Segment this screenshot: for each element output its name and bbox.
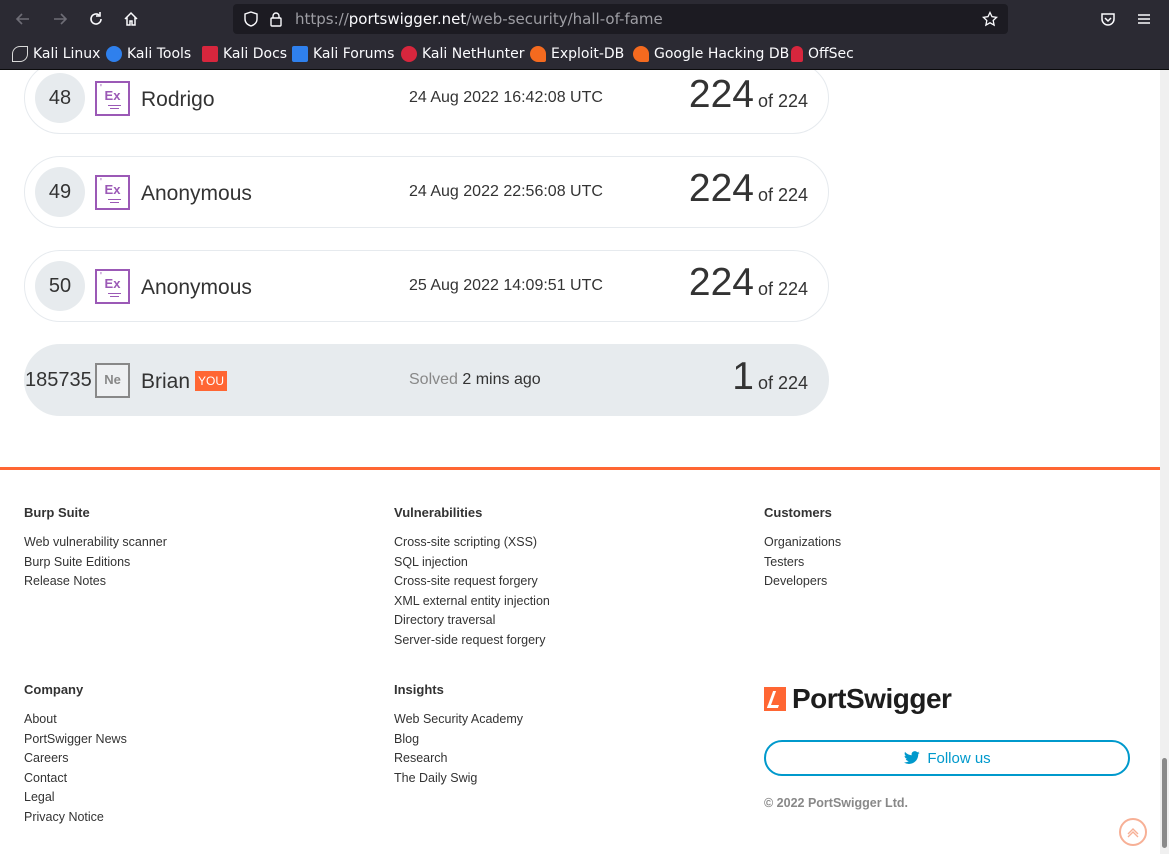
rank-circle: 49 xyxy=(35,167,85,217)
exploit-db-icon xyxy=(530,46,546,62)
browser-toolbar: https://portswigger.net/web-security/hal… xyxy=(0,0,1169,38)
pocket-icon[interactable] xyxy=(1095,6,1121,32)
lock-icon[interactable] xyxy=(269,11,283,32)
bookmark-offsec[interactable]: OffSec xyxy=(791,45,854,63)
footer-link[interactable]: Organizations xyxy=(764,533,1094,553)
current-user-row: 185735 Ne Brian YOU Solved 2 mins ago 1 of… xyxy=(24,344,829,416)
footer-link[interactable]: About xyxy=(24,710,354,730)
footer-link[interactable]: PortSwigger News xyxy=(24,730,354,750)
bookmark-kali-nethunter[interactable]: Kali NetHunter xyxy=(401,45,524,63)
score: 224 of 224 xyxy=(688,73,808,116)
page-viewport: 48 ' Ex Rodrigo 24 Aug 2022 16:42:08 UTC … xyxy=(0,70,1169,854)
footer-link[interactable]: Contact xyxy=(24,769,354,789)
chevron-up-icon xyxy=(1127,828,1139,838)
footer-link[interactable]: XML external entity injection xyxy=(394,592,724,612)
footer-link[interactable]: The Daily Swig xyxy=(394,769,724,789)
footer-column-customers: Customers Organizations Testers Develope… xyxy=(764,505,1094,592)
leaderboard-row: 49 ' Ex Anonymous 24 Aug 2022 22:56:08 UT… xyxy=(24,156,829,228)
level-badge-icon: Ne xyxy=(95,363,130,398)
menu-icon[interactable] xyxy=(1131,6,1157,32)
bookmark-kali-tools[interactable]: Kali Tools xyxy=(106,45,191,63)
rank-circle: 50 xyxy=(35,261,85,311)
score: 224 of 224 xyxy=(688,261,808,304)
page-scrollbar[interactable] xyxy=(1160,70,1169,854)
footer-link[interactable]: Burp Suite Editions xyxy=(24,553,354,573)
bookmark-kali-linux[interactable]: Kali Linux xyxy=(12,45,100,63)
bookmark-star-icon[interactable] xyxy=(981,10,999,32)
kali-forums-icon xyxy=(292,46,308,62)
address-bar[interactable]: https://portswigger.net/web-security/hal… xyxy=(233,4,1008,34)
footer-link[interactable]: Web vulnerability scanner xyxy=(24,533,354,553)
scrollbar-thumb[interactable] xyxy=(1162,758,1167,848)
back-arrow-icon[interactable] xyxy=(10,6,36,32)
level-badge-icon: ' Ex xyxy=(95,269,130,304)
footer-link[interactable]: Research xyxy=(394,749,724,769)
footer-link[interactable]: Blog xyxy=(394,730,724,750)
twitter-bird-icon xyxy=(904,751,921,764)
score: 224 of 224 xyxy=(688,167,808,210)
you-badge: YOU xyxy=(195,371,228,391)
level-badge-icon: ' Ex xyxy=(95,175,130,210)
user-name: Rodrigo xyxy=(141,88,215,111)
footer-link[interactable]: Cross-site request forgery xyxy=(394,572,724,592)
nethunter-icon xyxy=(401,46,417,62)
solved-time: Solved 2 mins ago xyxy=(409,371,541,388)
bookmark-exploit-db[interactable]: Exploit-DB xyxy=(530,45,624,63)
footer-divider xyxy=(0,467,1160,470)
footer-link[interactable]: SQL injection xyxy=(394,553,724,573)
footer-column-vulnerabilities: Vulnerabilities Cross-site scripting (XS… xyxy=(394,505,724,650)
bookmark-kali-docs[interactable]: Kali Docs xyxy=(202,45,287,63)
user-name: Anonymous xyxy=(141,182,252,205)
score: 1 of 224 xyxy=(732,355,808,398)
portswigger-logo[interactable]: PortSwigger xyxy=(764,683,952,715)
level-badge-icon: ' Ex xyxy=(95,81,130,116)
leaderboard-row: 50 ' Ex Anonymous 25 Aug 2022 14:09:51 UT… xyxy=(24,250,829,322)
footer-heading: Customers xyxy=(764,505,832,520)
portswigger-mark-icon xyxy=(764,687,786,711)
footer-column-company: Company About PortSwigger News Careers C… xyxy=(24,682,354,827)
solved-time: 25 Aug 2022 14:09:51 UTC xyxy=(409,277,603,294)
follow-us-button[interactable]: Follow us xyxy=(764,740,1130,776)
footer-link[interactable]: Cross-site scripting (XSS) xyxy=(394,533,724,553)
kali-dragon-icon xyxy=(12,46,28,62)
footer-column-burp-suite: Burp Suite Web vulnerability scanner Bur… xyxy=(24,505,354,592)
solved-time: 24 Aug 2022 22:56:08 UTC xyxy=(409,183,603,200)
copyright-text: © 2022 PortSwigger Ltd. xyxy=(764,796,908,810)
solved-time: 24 Aug 2022 16:42:08 UTC xyxy=(409,89,603,106)
forward-arrow-icon[interactable] xyxy=(47,6,73,32)
footer-link[interactable]: Release Notes xyxy=(24,572,354,592)
url-text: https://portswigger.net/web-security/hal… xyxy=(295,10,663,28)
bookmark-google-hacking-db[interactable]: Google Hacking DB xyxy=(633,45,789,63)
footer-link[interactable]: Directory traversal xyxy=(394,611,724,631)
kali-docs-icon xyxy=(202,46,218,62)
shield-icon[interactable] xyxy=(243,11,259,32)
bookmark-kali-forums[interactable]: Kali Forums xyxy=(292,45,394,63)
kali-tools-icon xyxy=(106,46,122,62)
rank-number: 185735 xyxy=(25,369,92,391)
back-to-top-button[interactable] xyxy=(1119,818,1147,846)
footer-column-insights: Insights Web Security Academy Blog Resea… xyxy=(394,682,724,788)
footer-heading: Vulnerabilities xyxy=(394,505,483,520)
bookmarks-bar: Kali Linux Kali Tools Kali Docs Kali For… xyxy=(0,38,1169,70)
home-icon[interactable] xyxy=(118,6,144,32)
footer-link[interactable]: Testers xyxy=(764,553,1094,573)
footer-link[interactable]: Server-side request forgery xyxy=(394,631,724,651)
offsec-icon xyxy=(791,46,803,62)
user-name: Brian YOU xyxy=(141,370,228,394)
footer-link[interactable]: Web Security Academy xyxy=(394,710,724,730)
footer-link[interactable]: Careers xyxy=(24,749,354,769)
ghdb-icon xyxy=(633,46,649,62)
footer-link[interactable]: Developers xyxy=(764,572,1094,592)
footer-heading: Company xyxy=(24,682,84,697)
footer-link[interactable]: Legal xyxy=(24,788,354,808)
footer-link[interactable]: Privacy Notice xyxy=(24,808,354,828)
leaderboard-row: 48 ' Ex Rodrigo 24 Aug 2022 16:42:08 UTC … xyxy=(24,70,829,134)
footer-heading: Burp Suite xyxy=(24,505,90,520)
footer-heading: Insights xyxy=(394,682,444,697)
reload-icon[interactable] xyxy=(83,6,109,32)
rank-circle: 48 xyxy=(35,73,85,123)
user-name: Anonymous xyxy=(141,276,252,299)
